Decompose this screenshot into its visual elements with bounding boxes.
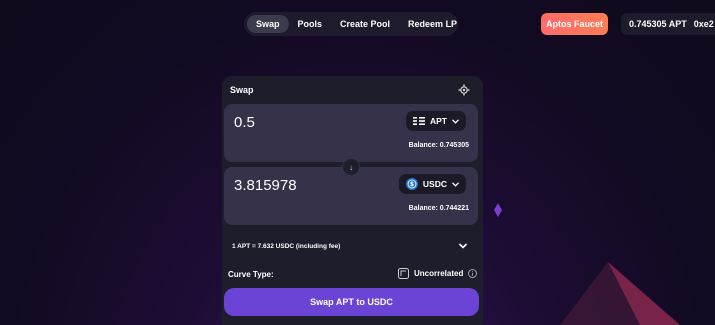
swap-card: Swap 0.5 APT Balance: 0.745305 ↓ 3.81597…: [222, 76, 483, 325]
wallet-address: 0xe2: [693, 19, 714, 29]
curve-type-label: Curve Type:: [228, 270, 274, 279]
wallet-balance: 0.745305 APT: [629, 19, 687, 29]
chevron-down-icon: [452, 181, 459, 187]
swap-title: Swap: [230, 85, 254, 95]
to-token-symbol: USDC: [422, 179, 447, 189]
nav-swap[interactable]: Swap: [247, 15, 289, 33]
nav-create-pool[interactable]: Create Pool: [331, 15, 399, 33]
from-token-symbol: APT: [430, 116, 447, 126]
settings-gear-icon[interactable]: [458, 84, 470, 96]
exchange-rate: 1 APT = 7.632 USDC (including fee): [232, 243, 341, 250]
curve-type-toggle[interactable]: Uncorrelated: [398, 268, 478, 279]
chevron-down-icon: [452, 118, 459, 124]
aptos-faucet-button[interactable]: Aptos Faucet: [541, 13, 608, 35]
wallet-pill[interactable]: 0.745305 APT 0xe2: [621, 13, 715, 35]
chevron-down-icon[interactable]: [458, 241, 468, 251]
switch-direction-button[interactable]: ↓: [342, 158, 360, 176]
from-token-select[interactable]: APT: [406, 111, 466, 131]
to-balance: Balance: 0.744221: [408, 205, 469, 212]
from-amount-input[interactable]: 0.5: [234, 114, 255, 131]
to-amount-input[interactable]: 3.815978: [234, 177, 297, 194]
svg-text:$: $: [410, 181, 414, 188]
swap-submit-button[interactable]: Swap APT to USDC: [224, 288, 479, 316]
info-icon[interactable]: [468, 269, 478, 278]
top-nav: Swap Pools Create Pool Redeem LP: [244, 12, 458, 36]
usdc-token-icon: $: [405, 178, 418, 190]
nav-pools[interactable]: Pools: [289, 15, 332, 33]
checkbox-icon[interactable]: [398, 268, 409, 279]
from-balance: Balance: 0.745305: [408, 142, 469, 149]
nav-redeem-lp[interactable]: Redeem LP: [399, 15, 466, 33]
to-token-select[interactable]: $ USDC: [398, 174, 466, 194]
curve-type-value: Uncorrelated: [414, 269, 464, 278]
apt-token-icon: [413, 116, 425, 126]
arrow-down-icon: ↓: [349, 162, 353, 172]
from-token-box: 0.5 APT Balance: 0.745305: [224, 104, 478, 162]
